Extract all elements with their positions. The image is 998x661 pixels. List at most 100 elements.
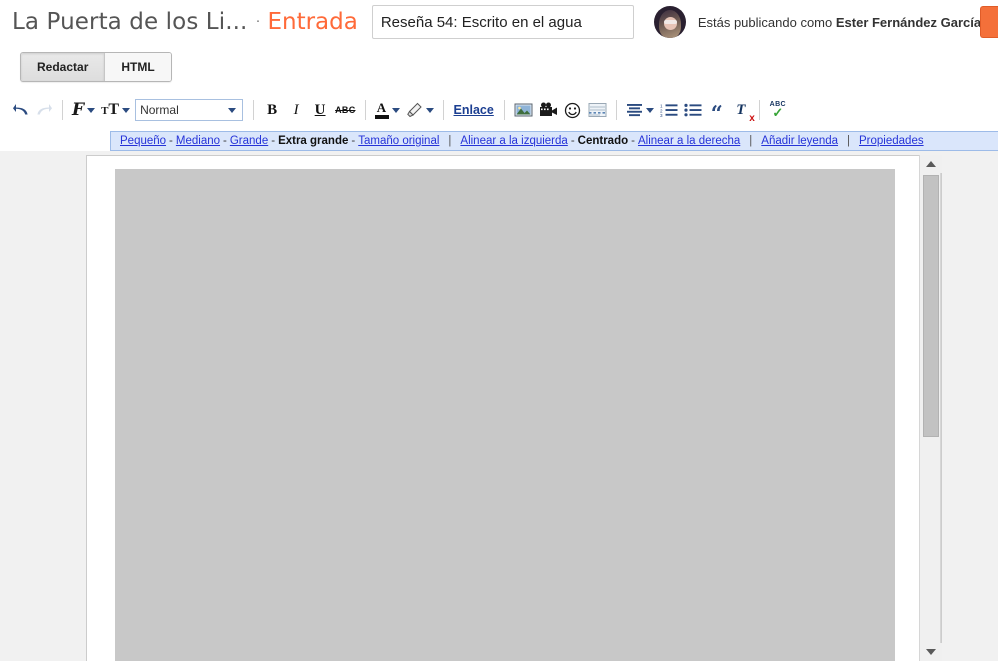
text-size-icon[interactable]: TT: [98, 98, 133, 122]
editor-mode-tabs: Redactar HTML: [20, 52, 172, 82]
blockquote-icon: “: [710, 100, 723, 126]
chevron-down-icon: [391, 107, 400, 113]
option-dash: -: [169, 135, 173, 147]
tab-redactar[interactable]: Redactar: [21, 53, 106, 81]
redo-icon[interactable]: [32, 98, 56, 122]
image-add-caption[interactable]: Añadir leyenda: [761, 135, 838, 147]
triangle-down-icon: [926, 649, 936, 655]
svg-text:3: 3: [660, 113, 663, 117]
bold-button[interactable]: B: [260, 98, 284, 122]
entry-type-label: Entrada: [267, 9, 358, 35]
strikethrough-icon: ABC: [335, 105, 356, 115]
undo-icon[interactable]: [8, 98, 32, 122]
post-title-input[interactable]: [371, 5, 634, 39]
option-dash: -: [351, 135, 356, 147]
option-pipe: |: [847, 135, 851, 147]
text-color-button[interactable]: A: [372, 98, 403, 122]
font-family-icon[interactable]: F: [69, 98, 98, 122]
text-color-letter: A: [376, 100, 387, 115]
jump-break-icon: [588, 103, 607, 117]
formatting-toolbar: F TT Normal B I U ABC A Enlace 1 2 3 “ T…: [0, 94, 998, 126]
author-name: Ester Fernández García: [835, 14, 982, 30]
paragraph-style-select[interactable]: Normal: [135, 99, 244, 121]
header-separator: ·: [255, 11, 261, 29]
image-align-center[interactable]: Centrado: [578, 135, 628, 147]
chevron-down-icon: [122, 107, 131, 113]
jump-break-button[interactable]: [585, 98, 610, 122]
chevron-down-icon: [87, 107, 96, 113]
editor-body-area: [0, 151, 998, 661]
chevron-down-icon: [425, 107, 434, 113]
image-size-extra-grande[interactable]: Extra grande: [278, 135, 348, 147]
option-pipe: |: [749, 135, 753, 147]
image-options-bar: Pequeño - Mediano - Grande - Extra grand…: [110, 131, 998, 151]
spellcheck-button[interactable]: ABC ✓: [766, 98, 790, 122]
image-size-pequeno[interactable]: Pequeño: [120, 135, 166, 147]
toolbar-separator: [615, 100, 617, 120]
clear-formatting-mark: x: [749, 113, 755, 124]
avatar-glasses: [663, 20, 677, 24]
align-icon: [626, 104, 642, 117]
triangle-up-icon: [926, 161, 936, 167]
image-align-right[interactable]: Alinear a la derecha: [638, 135, 740, 147]
publishing-prefix: Estás publicando como: [697, 14, 836, 30]
publishing-as-text: Estás publicando como Ester Fernández Ga…: [698, 15, 981, 30]
text-color-icon: A: [374, 100, 389, 119]
alignment-button[interactable]: [623, 98, 657, 122]
blockquote-button[interactable]: “: [705, 98, 729, 126]
publish-button[interactable]: [980, 6, 998, 38]
editor-right-gutter: [942, 302, 998, 661]
font-family-glyph: F: [72, 99, 85, 120]
clear-formatting-icon: T: [736, 101, 746, 118]
underline-icon: U: [314, 101, 326, 118]
insert-video-button[interactable]: [536, 98, 561, 122]
text-color-swatch: [374, 115, 389, 119]
post-content-editor[interactable]: [86, 155, 942, 661]
insert-image-icon: [514, 103, 533, 117]
numbered-list-icon: 1 2 3: [660, 104, 678, 117]
insert-image-button[interactable]: [511, 98, 536, 122]
image-size-mediano[interactable]: Mediano: [176, 135, 220, 147]
author-block: Estás publicando como Ester Fernández Ga…: [653, 6, 981, 38]
image-size-grande[interactable]: Grande: [230, 135, 268, 147]
avatar[interactable]: [653, 6, 686, 38]
chevron-down-icon: [645, 107, 654, 113]
editor-header: La Puerta de los Li... · Entrada Estás p…: [0, 0, 998, 44]
insert-emoji-icon: [565, 102, 581, 118]
insert-video-icon: [539, 102, 557, 116]
italic-button[interactable]: I: [284, 98, 308, 122]
highlight-color-icon: [406, 102, 422, 118]
toolbar-separator: [503, 100, 505, 120]
underline-button[interactable]: U: [308, 98, 332, 122]
toolbar-separator: [253, 100, 255, 120]
chevron-down-icon: [228, 107, 237, 113]
numbered-list-button[interactable]: 1 2 3: [657, 98, 681, 122]
scroll-up-arrow[interactable]: [920, 155, 942, 173]
selected-image[interactable]: [115, 169, 895, 661]
scroll-thumb[interactable]: [923, 175, 939, 437]
option-dash: -: [570, 135, 575, 147]
insert-link-button[interactable]: Enlace: [450, 103, 498, 117]
strikethrough-button[interactable]: ABC: [332, 98, 358, 122]
image-align-left[interactable]: Alinear a la izquierda: [460, 135, 567, 147]
option-dash: -: [223, 135, 227, 147]
option-pipe: |: [448, 135, 452, 147]
scroll-down-arrow[interactable]: [920, 643, 942, 661]
toolbar-separator: [442, 100, 444, 120]
insert-emoji-button[interactable]: [561, 98, 585, 122]
blog-title: La Puerta de los Li...: [12, 9, 248, 35]
tab-html[interactable]: HTML: [105, 53, 171, 81]
blogger-post-editor: La Puerta de los Li... · Entrada Estás p…: [0, 0, 998, 661]
image-size-tamano-original[interactable]: Tamaño original: [358, 135, 439, 147]
highlight-color-button[interactable]: [403, 98, 437, 122]
bold-icon: B: [267, 101, 278, 118]
bullet-list-button[interactable]: [681, 98, 705, 122]
editor-mode-tabstrip: Redactar HTML: [0, 44, 998, 88]
editor-left-gutter: [0, 302, 86, 661]
option-dash: -: [271, 135, 276, 147]
clear-formatting-button[interactable]: T x: [729, 98, 755, 125]
italic-icon: I: [293, 101, 299, 118]
editor-vertical-scrollbar[interactable]: [919, 155, 942, 661]
image-properties[interactable]: Propiedades: [859, 135, 924, 147]
spellcheck-icon: ABC ✓: [770, 101, 786, 119]
